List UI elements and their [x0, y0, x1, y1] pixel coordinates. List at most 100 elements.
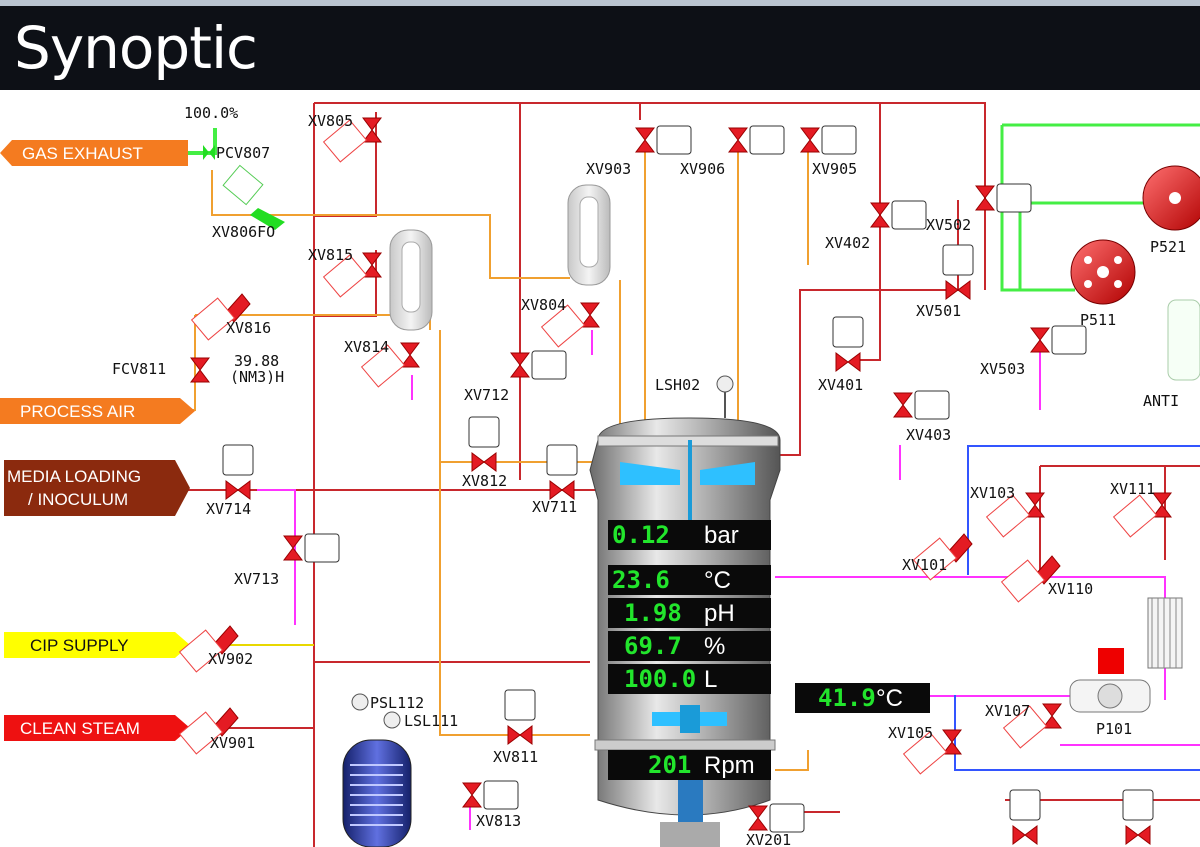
condenser-right[interactable] [567, 184, 611, 286]
actuator-box [546, 444, 578, 476]
actuator-box [468, 416, 500, 448]
xv107-label: XV107 [985, 702, 1030, 720]
title-bar: Synoptic [0, 0, 1200, 90]
jacket-temp-value: 41.9 [818, 684, 876, 712]
actuator-box [483, 780, 519, 810]
volume-value: 100.0 [624, 665, 696, 693]
xv103-label: XV103 [970, 484, 1015, 502]
actuator-box [996, 183, 1032, 213]
actuator-box [914, 390, 950, 420]
media-loading-label-1: MEDIA LOADING [7, 467, 141, 486]
readout-pressure: 0.12 bar [608, 520, 771, 550]
xv815-label: XV815 [308, 246, 353, 264]
xv-bot2-valve[interactable] [1122, 789, 1154, 845]
lsl111-label: LSL111 [404, 712, 458, 730]
readout-volume: 100.0 L [608, 664, 771, 694]
actuator-box [749, 125, 785, 155]
source-media-loading[interactable]: MEDIA LOADING / INOCULUM [4, 460, 190, 516]
actuator-box [821, 125, 857, 155]
actuator-box [1051, 325, 1087, 355]
xv713-valve[interactable] [283, 533, 340, 563]
pump-p521[interactable]: P521 [1142, 165, 1200, 256]
antifoam-bottle[interactable]: ANTI [1143, 299, 1200, 410]
xv403-valve[interactable] [893, 390, 950, 420]
pump-p511[interactable]: P511 [1070, 239, 1136, 329]
psl112-label: PSL112 [370, 694, 424, 712]
pressure-unit: bar [704, 522, 739, 549]
xv902-label: XV902 [208, 650, 253, 668]
cip-supply-label: CIP SUPPLY [30, 636, 129, 655]
xv813-label: XV813 [476, 812, 521, 830]
xv805-label: XV805 [308, 112, 353, 130]
condenser-left[interactable] [389, 229, 433, 331]
actuator-box [769, 803, 805, 833]
xv502-label: XV502 [926, 216, 971, 234]
ph-unit: pH [704, 600, 735, 627]
xv402-label: XV402 [825, 234, 870, 252]
anti-label: ANTI [1143, 392, 1179, 410]
process-air-label: PROCESS AIR [20, 402, 135, 421]
readout-ph: 1.98 pH [608, 598, 771, 628]
lsh02-sensor[interactable]: LSH02 [655, 375, 734, 418]
volume-unit: L [704, 666, 717, 693]
xv816-label: XV816 [226, 319, 271, 337]
xv401-label: XV401 [818, 376, 863, 394]
agitation-value: 201 [648, 751, 691, 779]
pump-p101[interactable]: P101 [1069, 648, 1151, 738]
xv813-valve[interactable] [462, 780, 519, 810]
readout-agitation: 201 Rpm [608, 750, 771, 780]
page-title: Synoptic [14, 14, 258, 82]
gas-exhaust-label: GAS EXHAUST [22, 144, 143, 163]
media-loading-label-2: / INOCULUM [28, 490, 128, 509]
temperature-value: 23.6 [612, 566, 670, 594]
xv905-valve[interactable] [800, 125, 857, 155]
fcv811-label: FCV811 [112, 360, 166, 378]
xv201-valve[interactable] [748, 803, 805, 833]
xv812-label: XV812 [462, 472, 507, 490]
actuator-box [222, 444, 254, 476]
agitation-unit: Rpm [704, 752, 755, 779]
actuator-box [891, 200, 927, 230]
xv501-label: XV501 [916, 302, 961, 320]
source-clean-steam[interactable]: CLEAN STEAM [4, 715, 190, 741]
xv903-valve[interactable] [635, 125, 692, 155]
pcv807-percent: 100.0% [184, 104, 238, 122]
xv-bot1-valve[interactable] [1009, 789, 1041, 845]
xv903-label: XV903 [586, 160, 631, 178]
source-process-air[interactable]: PROCESS AIR [0, 398, 195, 424]
heat-exchanger[interactable] [1147, 597, 1183, 669]
xv201-label: XV201 [746, 831, 791, 847]
fcv811-unit: (NM3)H [230, 368, 284, 386]
ph-value: 1.98 [624, 599, 682, 627]
xv811-label: XV811 [493, 748, 538, 766]
source-gas-exhaust[interactable]: GAS EXHAUST [0, 140, 188, 166]
xv905-label: XV905 [812, 160, 857, 178]
xv713-label: XV713 [234, 570, 279, 588]
jacket-temp-unit: °C [876, 685, 903, 712]
steam-generator[interactable]: PSL112 LSL111 [342, 693, 458, 847]
actuator-box [1009, 789, 1041, 821]
source-cip-supply[interactable]: CIP SUPPLY [4, 632, 190, 658]
xv906-label: XV906 [680, 160, 725, 178]
actuator-box [1122, 789, 1154, 821]
xv105-label: XV105 [888, 724, 933, 742]
readout-temperature: 23.6 °C [608, 565, 771, 595]
actuator-diagonal [1000, 559, 1046, 603]
xv110-label: XV110 [1048, 580, 1093, 598]
xv711-label: XV711 [532, 498, 577, 516]
fcv811-valve[interactable] [190, 357, 210, 383]
actuator-box [656, 125, 692, 155]
xv401-valve[interactable] [832, 316, 864, 372]
xv906-valve[interactable] [728, 125, 785, 155]
actuator-box [942, 244, 974, 276]
xv806fo-label: XV806FO [212, 223, 275, 241]
lsh02-label: LSH02 [655, 376, 700, 394]
actuator-box [531, 350, 567, 380]
xv712-label: XV712 [464, 386, 509, 404]
actuator-box [304, 533, 340, 563]
xv111-valve[interactable] [1112, 492, 1172, 538]
readout-do2: 69.7 % [608, 631, 771, 661]
xv503-label: XV503 [980, 360, 1025, 378]
xv111-label: XV111 [1110, 480, 1155, 498]
do2-value: 69.7 [624, 632, 682, 660]
